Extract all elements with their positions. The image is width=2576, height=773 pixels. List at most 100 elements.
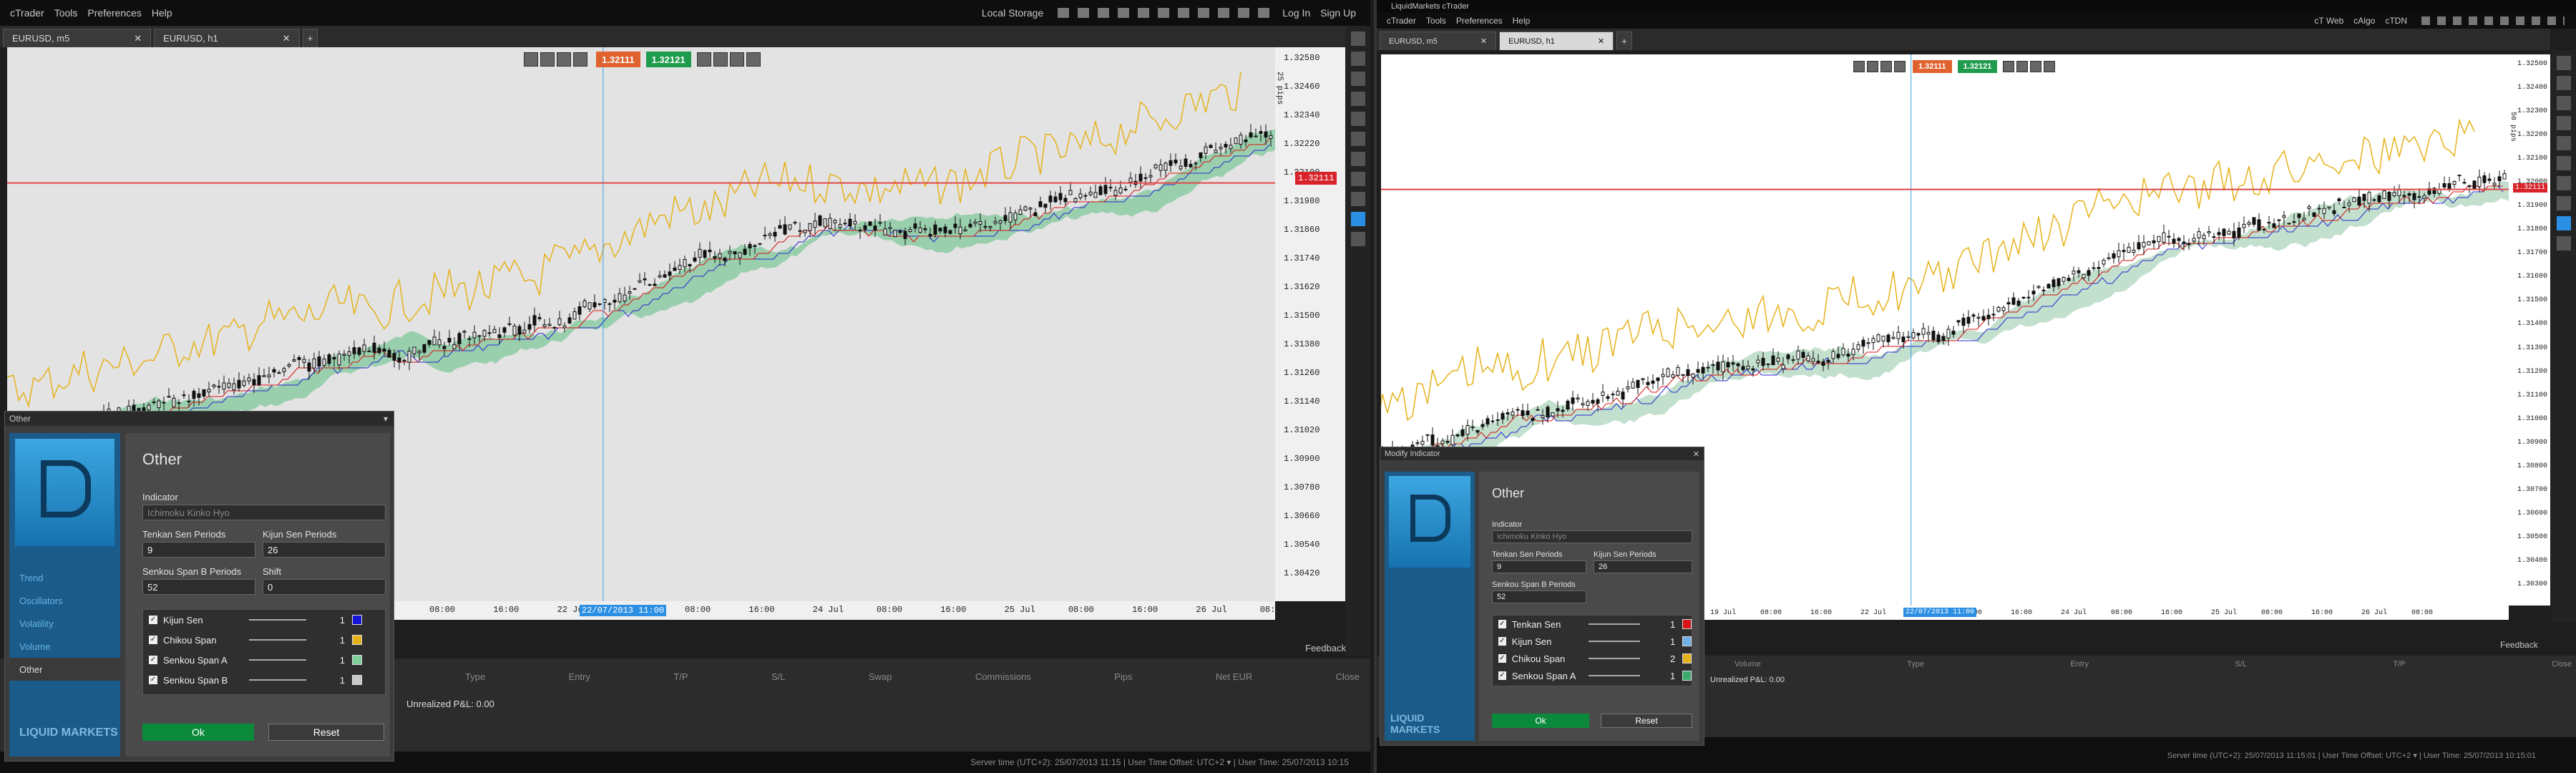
crosshair-icon[interactable]: [1350, 92, 1365, 106]
close-icon[interactable]: ✕: [283, 33, 291, 44]
layout-icon[interactable]: [1350, 31, 1365, 46]
reset-button[interactable]: Reset: [268, 724, 384, 741]
ctweb-link[interactable]: cT Web: [2314, 16, 2343, 26]
checkbox[interactable]: ✓: [1498, 637, 1506, 646]
nav-oscillators[interactable]: Oscillators: [9, 589, 120, 612]
checkbox[interactable]: ✓: [1498, 671, 1506, 680]
nav-other[interactable]: Other: [9, 658, 120, 681]
line-style-select[interactable]: [249, 619, 306, 621]
line-style-select[interactable]: [1589, 641, 1640, 642]
nav-trend[interactable]: Trend: [9, 566, 120, 589]
trash-icon[interactable]: [1350, 232, 1365, 246]
col-pips[interactable]: Pips: [1114, 671, 1132, 682]
tenkan-input[interactable]: 9: [1492, 560, 1586, 573]
color-swatch[interactable]: [352, 615, 362, 625]
color-swatch[interactable]: [1682, 619, 1692, 629]
color-swatch[interactable]: [1682, 636, 1692, 646]
col-entry[interactable]: Entry: [2070, 660, 2089, 669]
left-price-axis[interactable]: 1.325801.324601.323401.322201.321001.319…: [1275, 47, 1345, 601]
kijun-input[interactable]: 26: [263, 542, 386, 558]
channel-icon[interactable]: [2557, 156, 2571, 170]
ok-button[interactable]: Ok: [1492, 714, 1589, 728]
line-style-select[interactable]: [1589, 675, 1640, 676]
menu-tools[interactable]: Tools: [54, 7, 78, 19]
line-style-select[interactable]: [249, 639, 306, 641]
color-swatch[interactable]: [352, 675, 362, 685]
layout-icon[interactable]: [1350, 52, 1365, 66]
close-icon[interactable]: ✕: [1693, 449, 1699, 459]
checkbox[interactable]: ✓: [149, 636, 157, 644]
col-swap[interactable]: Swap: [869, 671, 892, 682]
close-icon[interactable]: ✕: [134, 33, 142, 44]
text-icon[interactable]: [2557, 196, 2571, 210]
menu-tools[interactable]: Tools: [1426, 16, 1446, 26]
indicator-select[interactable]: Ichimoku Kinko Hyo: [1492, 530, 1692, 543]
senkou-input[interactable]: 52: [142, 579, 255, 595]
col-tp[interactable]: T/P: [673, 671, 688, 682]
indicator-select[interactable]: Ichimoku Kinko Hyo: [142, 505, 386, 520]
col-volume[interactable]: Volume: [1735, 660, 1761, 669]
layout-icon[interactable]: [746, 52, 761, 67]
line-width-value[interactable]: 2: [1650, 653, 1675, 664]
line-style-select[interactable]: [249, 659, 306, 661]
checkbox[interactable]: ✓: [149, 656, 157, 664]
tab-eurusd-m5[interactable]: EURUSD, m5 ✕: [3, 29, 152, 47]
settings-icon[interactable]: [557, 52, 571, 67]
crosshair-icon[interactable]: [2557, 116, 2571, 130]
local-storage-link[interactable]: Local Storage: [982, 7, 1043, 19]
kijun-input[interactable]: 26: [1594, 560, 1692, 573]
col-close[interactable]: Close: [2552, 660, 2572, 669]
col-type[interactable]: Type: [465, 671, 485, 682]
login-link[interactable]: Log In: [1282, 7, 1310, 19]
bid-price-button[interactable]: 1.32111: [596, 52, 640, 67]
col-net-eur[interactable]: Net EUR: [1216, 671, 1252, 682]
menu-help[interactable]: Help: [152, 7, 172, 19]
tenkan-input[interactable]: 9: [142, 542, 255, 558]
ask-price-button[interactable]: 1.32121: [645, 52, 691, 67]
trash-icon[interactable]: [2557, 236, 2571, 251]
pointer-icon[interactable]: [1350, 72, 1365, 86]
line-width-value[interactable]: 1: [316, 635, 345, 646]
col-sl[interactable]: S/L: [771, 671, 786, 682]
rectangle-icon[interactable]: [1350, 172, 1365, 186]
menu-preferences[interactable]: Preferences: [1456, 16, 1503, 26]
close-icon[interactable]: ✕: [1480, 37, 1487, 46]
pointer-icon[interactable]: [2557, 96, 2571, 110]
menu-help[interactable]: Help: [1513, 16, 1531, 26]
ctdn-link[interactable]: cTDN: [2385, 16, 2407, 26]
toolbar-icons[interactable]: [2421, 16, 2565, 25]
checkbox[interactable]: ✓: [149, 616, 157, 624]
link-icon[interactable]: [2030, 61, 2042, 72]
layout-icon[interactable]: [2557, 56, 2571, 70]
col-tp[interactable]: T/P: [2393, 660, 2405, 669]
signup-link[interactable]: Sign Up: [1320, 7, 1356, 19]
link-icon[interactable]: [729, 52, 744, 67]
tab-eurusd-h1[interactable]: EURUSD, h1 ✕: [154, 29, 300, 47]
layout-icon[interactable]: [2044, 61, 2056, 72]
line-style-select[interactable]: [1589, 658, 1640, 659]
ok-button[interactable]: Ok: [142, 724, 254, 741]
zoom-out-icon[interactable]: [540, 52, 555, 67]
bid-price-button[interactable]: 1.32111: [1913, 60, 1952, 73]
checkbox[interactable]: ✓: [149, 676, 157, 684]
line-icon[interactable]: [1350, 112, 1365, 126]
checkbox[interactable]: ✓: [1498, 620, 1506, 628]
color-swatch[interactable]: [352, 635, 362, 645]
col-entry[interactable]: Entry: [569, 671, 590, 682]
nav-volume[interactable]: Volume: [9, 635, 120, 658]
line-width-value[interactable]: 1: [316, 675, 345, 686]
menu-ctrader[interactable]: cTrader: [10, 7, 44, 19]
col-type[interactable]: Type: [1907, 660, 1924, 669]
right-feedback-button[interactable]: Feedback: [2500, 640, 2538, 650]
reset-button[interactable]: Reset: [1601, 714, 1692, 728]
settings-icon[interactable]: [1880, 61, 1892, 72]
camera-icon[interactable]: [2016, 61, 2029, 72]
fibonacci-icon[interactable]: [2557, 176, 2571, 190]
zoom-in-icon[interactable]: [1853, 61, 1865, 72]
camera-icon[interactable]: [713, 52, 728, 67]
tab-eurusd-h1[interactable]: EURUSD, h1 ✕: [1499, 31, 1614, 50]
toolbar-icons[interactable]: [1058, 8, 1273, 18]
senkou-input[interactable]: 52: [1492, 590, 1586, 603]
color-swatch[interactable]: [352, 655, 362, 665]
col-close[interactable]: Close: [1336, 671, 1360, 682]
